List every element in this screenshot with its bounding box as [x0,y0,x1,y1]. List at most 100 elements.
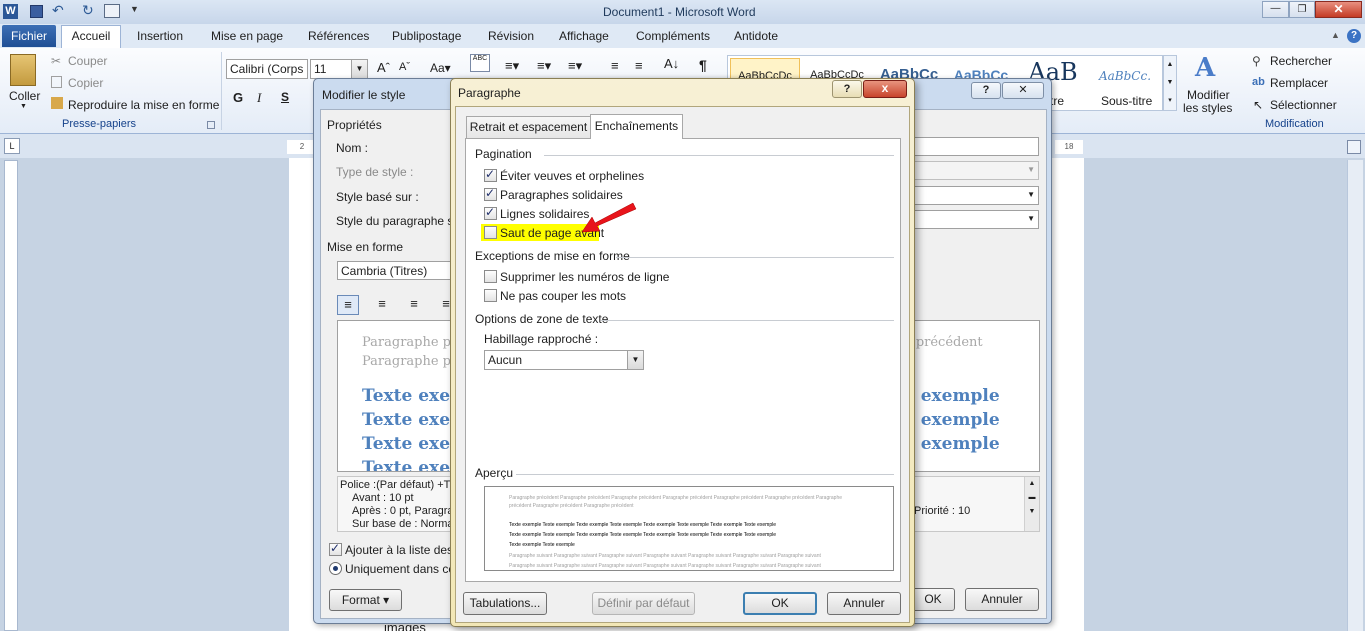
minimize-ribbon-icon[interactable]: ▲ [1331,30,1340,40]
paragraph-ok-button[interactable]: OK [743,592,817,615]
paste-button[interactable]: Coller [9,89,40,103]
modify-styles-label2[interactable]: les styles [1183,101,1232,115]
tab-insertion[interactable]: Insertion [137,29,183,43]
bullets-icon[interactable]: ≡▾ [505,58,519,74]
word-icon[interactable]: W [3,4,18,19]
tabs-button[interactable]: Tabulations... [463,592,547,615]
align-left-icon[interactable]: ≡ [337,295,359,315]
customize-qat-icon[interactable]: ▼ [130,4,139,14]
suppress-numbers-checkbox[interactable] [484,270,497,283]
underline-icon[interactable]: S [281,90,289,104]
numbering-icon[interactable]: ≡▾ [537,58,551,74]
align-right-icon[interactable]: ≡ [403,295,425,315]
paragraph-title: Paragraphe [458,86,521,100]
minimize-button[interactable]: — [1262,1,1289,18]
replace-button[interactable]: Remplacer [1270,76,1328,90]
widow-checkbox[interactable] [484,167,497,182]
restore-button[interactable]: ❐ [1289,1,1315,18]
desc-scrollbar[interactable]: ▲ ▬ ▼ [1024,477,1039,531]
view-ruler-icon[interactable] [1347,140,1361,154]
add-to-list-checkbox[interactable] [329,541,342,556]
tab-accueil[interactable]: Accueil [61,25,121,48]
save-icon[interactable] [30,5,43,18]
show-marks-icon[interactable]: ¶ [699,57,707,73]
modify-style-help-button[interactable]: ? [971,82,1001,99]
modify-styles-icon[interactable]: A [1195,53,1215,83]
type-dropdown-right[interactable]: ▼ [913,161,1039,180]
tab-retrait[interactable]: Retrait et espacement [466,116,591,138]
no-hyphen-checkbox[interactable] [484,289,497,302]
change-case-icon[interactable]: Aa▾ [430,61,451,75]
chevron-down-icon[interactable]: ▼ [351,60,367,78]
close-window-button[interactable]: ✕ [1315,1,1362,18]
tight-wrap-dropdown[interactable]: Aucun ▼ [484,350,644,370]
help-icon[interactable]: ? [1347,29,1361,43]
next-style-dropdown-right[interactable]: ▼ [913,210,1039,229]
tab-publipostage[interactable]: Publipostage [392,29,461,43]
print-layout-icon[interactable] [104,4,120,18]
bold-icon[interactable]: G [233,90,243,105]
copy-icon[interactable] [51,76,62,88]
keep-lines-checkbox[interactable] [484,205,497,220]
format-button[interactable]: Format ▾ [329,589,402,611]
shrink-font-icon[interactable]: Aˇ [399,61,410,73]
file-tab[interactable]: Fichier [2,25,56,47]
format-painter-button[interactable]: Reproduire la mise en forme [68,98,219,112]
chevron-down-icon: ▼ [1027,190,1035,199]
decrease-indent-icon[interactable]: ≡ [611,58,619,73]
spell-icon[interactable]: ABC [470,54,490,72]
format-painter-icon[interactable] [51,97,63,109]
paragraph-cancel-button[interactable]: Annuler [827,592,901,615]
tab-enchainements[interactable]: Enchaînements [590,114,683,139]
tab-antidote[interactable]: Antidote [734,29,778,43]
tab-references[interactable]: Références [308,29,369,43]
sort-icon[interactable]: A↓ [664,56,679,71]
editing-group-label: Modification [1265,118,1324,130]
find-icon[interactable]: ⚲ [1252,54,1261,68]
modify-style-close-button[interactable]: ✕ [1002,82,1044,99]
cut-button[interactable]: Couper [68,54,107,68]
font-dropdown[interactable]: Cambria (Titres) [337,261,453,280]
clipboard-launcher-icon[interactable] [207,121,215,129]
paragraph-help-button[interactable]: ? [832,80,862,98]
tab-affichage[interactable]: Affichage [559,29,609,43]
multilevel-icon[interactable]: ≡▾ [568,58,582,74]
name-input-right[interactable] [913,137,1039,156]
copy-button[interactable]: Copier [68,76,103,90]
undo-icon[interactable]: ↶ [52,2,64,19]
tab-revision[interactable]: Révision [488,29,534,43]
font-name-dropdown[interactable]: Calibri (Corps [226,59,308,79]
set-default-button[interactable]: Définir par défaut [592,592,695,615]
paste-icon[interactable] [10,54,36,86]
formatting-heading: Mise en forme [327,240,404,254]
italic-icon[interactable]: I [257,90,261,106]
select-icon[interactable]: ↖ [1253,98,1263,112]
grow-font-icon[interactable]: Aˆ [377,60,390,75]
modify-styles-label1[interactable]: Modifier [1187,88,1230,102]
chevron-down-icon[interactable]: ▼ [627,351,643,369]
paragraph-close-button[interactable]: x [863,80,907,98]
cut-icon[interactable]: ✂ [51,54,61,68]
tab-complements[interactable]: Compléments [636,29,710,43]
align-center-icon[interactable]: ≡ [371,295,393,315]
increase-indent-icon[interactable]: ≡ [635,58,643,73]
modify-style-cancel-button[interactable]: Annuler [965,588,1039,611]
redo-icon[interactable]: ↻ [82,2,94,19]
tab-selector-icon[interactable]: L [4,138,20,154]
vertical-scrollbar[interactable] [1347,160,1363,631]
replace-icon[interactable]: ab [1252,76,1265,88]
modify-style-title: Modifier le style [322,88,406,102]
preview-prev-right: e précédent [904,335,983,350]
keep-next-checkbox[interactable] [484,186,497,201]
paste-dropdown-icon[interactable]: ▼ [20,103,27,110]
styles-scroll[interactable]: ▲ ▼ ▾ [1163,55,1177,111]
font-size-dropdown[interactable]: 11 ▼ [310,59,368,79]
page-break-checkbox[interactable] [484,226,497,239]
desc-line-1: Police :(Par défaut) +Ti [340,479,453,491]
tab-mise-en-page[interactable]: Mise en page [211,29,283,43]
based-on-dropdown-right[interactable]: ▼ [913,186,1039,205]
only-this-doc-radio[interactable] [329,562,342,575]
find-button[interactable]: Rechercher [1270,54,1332,68]
add-to-list-label: Ajouter à la liste des s [345,543,463,557]
select-button[interactable]: Sélectionner [1270,98,1337,112]
